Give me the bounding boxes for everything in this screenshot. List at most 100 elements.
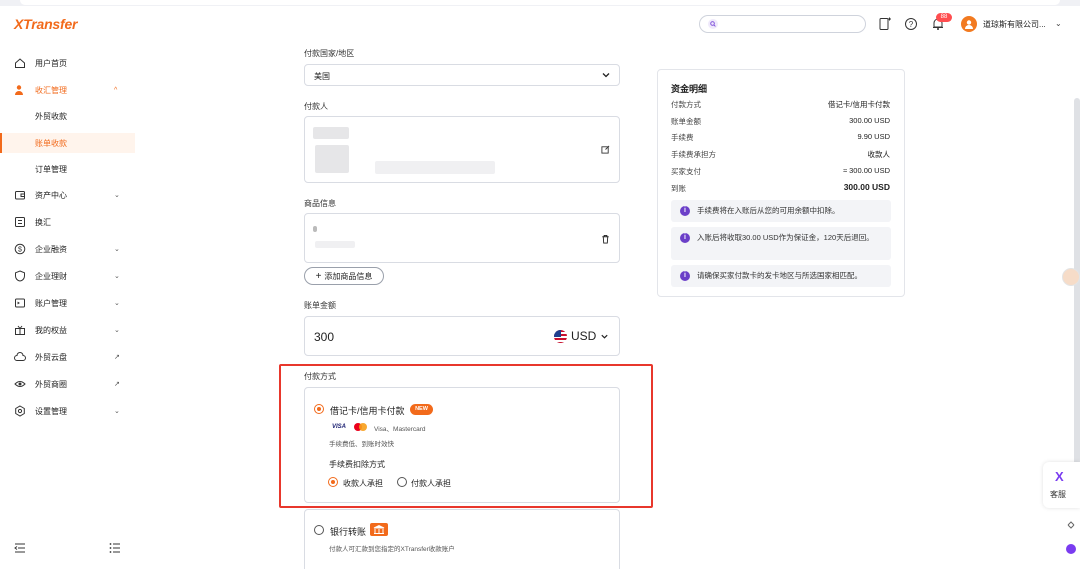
- sidebar-item-label: 用户首页: [35, 58, 67, 68]
- bank-transfer-title: 银行转账: [330, 527, 367, 537]
- sidebar-item-accounts[interactable]: 账户管理 ⌄: [0, 293, 135, 313]
- external-link-icon: ↗: [114, 381, 120, 388]
- summary-note-text: 手续费将在入账后从您的可用余额中扣除。: [697, 206, 840, 215]
- redacted-text: [313, 127, 349, 139]
- cloud-icon: [14, 352, 26, 361]
- sidebar-item-label: 外贸商圈: [35, 379, 67, 389]
- assistant-avatar[interactable]: [1062, 268, 1080, 286]
- amount-value: 300: [314, 330, 335, 344]
- sidebar-item-orders[interactable]: 订单管理: [0, 159, 135, 179]
- sidebar-item-financing[interactable]: $ 企业融资 ⌄: [0, 239, 135, 259]
- info-icon: i: [680, 233, 690, 243]
- delete-icon[interactable]: [601, 234, 610, 244]
- sidebar-item-label: 订单管理: [35, 164, 67, 174]
- menu-list-icon[interactable]: [108, 541, 122, 555]
- sidebar-item-label: 外贸云盘: [35, 352, 67, 362]
- sidebar-item-business-circle[interactable]: 外贸商圈 ↗: [0, 374, 135, 394]
- sidebar-item-settings[interactable]: 设置管理 ⌄: [0, 401, 135, 421]
- company-name[interactable]: 道琼斯有限公司...: [983, 19, 1046, 30]
- card-brands-text: Visa、Mastercard: [374, 426, 426, 433]
- customer-service-button[interactable]: X 客服: [1043, 462, 1080, 508]
- redacted-text: [315, 241, 355, 248]
- add-goods-button[interactable]: + 添加商品信息: [304, 267, 384, 285]
- chevron-down-icon: ⌄: [114, 273, 120, 280]
- sidebar-item-label: 企业融资: [35, 244, 67, 254]
- gift-icon: [15, 325, 25, 335]
- svg-text:?: ?: [909, 20, 914, 29]
- sidebar-item-label: 收汇管理: [35, 85, 67, 95]
- chevron-down-icon: ⌄: [114, 246, 120, 253]
- summary-row-value: 300.00 USD: [843, 182, 890, 192]
- summary-note-text: 入账后将收取30.00 USD作为保证金，120天后退回。: [697, 233, 874, 242]
- sidebar-item-label: 账户管理: [35, 298, 67, 308]
- chevron-down-icon[interactable]: ⌄: [1055, 19, 1062, 28]
- sidebar-item-assets[interactable]: 资产中心 ⌄: [0, 185, 135, 205]
- summary-note-text: 请确保买家付款卡的发卡地区与所选国家相匹配。: [697, 271, 862, 280]
- fee-payee-radio[interactable]: [328, 477, 338, 487]
- goods-card[interactable]: [304, 213, 620, 263]
- summary-row-label: 付款方式: [671, 100, 701, 109]
- wallet-icon: [15, 191, 25, 200]
- summary-row-value: 9.90 USD: [857, 132, 890, 141]
- summary-note: i 请确保买家付款卡的发卡地区与所选国家相匹配。: [671, 265, 891, 287]
- sidebar-item-label: 账单收款: [35, 138, 67, 148]
- sidebar-item-home[interactable]: 用户首页: [0, 53, 135, 73]
- home-icon: [15, 58, 25, 68]
- summary-row-value: ≈ 300.00 USD: [842, 166, 890, 175]
- sidebar-item-bill-collection[interactable]: 账单收款: [0, 133, 135, 153]
- sidebar: 用户首页 收汇管理 ^ 外贸收款 账单收款 订单管理 资产中心 ⌄ 换汇 $ 企…: [0, 42, 135, 561]
- country-select[interactable]: 美国: [304, 64, 620, 86]
- fee-payer-label: 付款人承担: [411, 479, 451, 488]
- amount-input[interactable]: 300 USD: [304, 316, 620, 356]
- fee-payee-label: 收款人承担: [343, 479, 383, 488]
- customer-service-label: 客服: [1050, 490, 1066, 499]
- amount-label: 账单金额: [304, 301, 336, 310]
- summary-title: 资金明细: [671, 84, 708, 94]
- payment-method-label: 付款方式: [304, 372, 336, 381]
- search-icon: [708, 19, 718, 29]
- scrollbar[interactable]: [1074, 98, 1080, 498]
- payer-card[interactable]: [304, 116, 620, 183]
- bank-transfer-radio[interactable]: [314, 525, 324, 535]
- fee-payer-radio[interactable]: [397, 477, 407, 487]
- card-payment-desc: 手续费低、到账时效快: [329, 441, 394, 448]
- goods-label: 商品信息: [304, 199, 336, 208]
- add-document-icon[interactable]: [878, 17, 892, 31]
- sidebar-item-label: 资产中心: [35, 190, 67, 200]
- currency-select[interactable]: USD: [554, 329, 609, 343]
- exchange-icon: [15, 217, 25, 227]
- user-avatar[interactable]: [961, 16, 977, 32]
- sidebar-item-collection[interactable]: 收汇管理 ^: [0, 80, 135, 100]
- sidebar-item-benefits[interactable]: 我的权益 ⌄: [0, 320, 135, 340]
- sidebar-item-trade-collection[interactable]: 外贸收款: [0, 106, 135, 126]
- ai-assistant-icon[interactable]: [1066, 544, 1076, 554]
- summary-row-label: 账单金额: [671, 117, 701, 126]
- fee-mode-label: 手续费扣除方式: [329, 460, 385, 469]
- sidebar-item-cloud-drive[interactable]: 外贸云盘 ↗: [0, 347, 135, 367]
- gear-icon: [15, 405, 25, 417]
- eye-icon: [14, 381, 26, 387]
- new-badge: NEW: [410, 404, 433, 415]
- summary-row-label: 到账: [671, 184, 686, 193]
- sidebar-item-exchange[interactable]: 换汇: [0, 212, 135, 232]
- chevron-up-icon: ^: [114, 86, 118, 94]
- bank-transfer-option[interactable]: [304, 509, 620, 569]
- shield-icon: [14, 270, 26, 282]
- xtransfer-logo[interactable]: XTransfer: [14, 16, 78, 32]
- xtransfer-x-icon: X: [1055, 469, 1064, 484]
- search-input[interactable]: [699, 15, 866, 33]
- help-icon[interactable]: ?: [904, 17, 918, 31]
- svg-text:$: $: [18, 247, 22, 254]
- redacted-text: [313, 226, 317, 232]
- external-link-icon: ↗: [114, 354, 120, 361]
- currency-code: USD: [571, 329, 597, 343]
- resize-icon[interactable]: [1066, 520, 1076, 530]
- sidebar-item-label: 设置管理: [35, 406, 67, 416]
- chevron-down-icon: ⌄: [114, 327, 120, 334]
- collapse-sidebar-icon[interactable]: [13, 541, 27, 555]
- card-payment-radio[interactable]: [314, 404, 324, 414]
- bank-icon: [370, 523, 388, 536]
- sidebar-item-wealth[interactable]: 企业理财 ⌄: [0, 266, 135, 286]
- edit-icon[interactable]: [601, 145, 610, 154]
- sidebar-item-label: 企业理财: [35, 271, 67, 281]
